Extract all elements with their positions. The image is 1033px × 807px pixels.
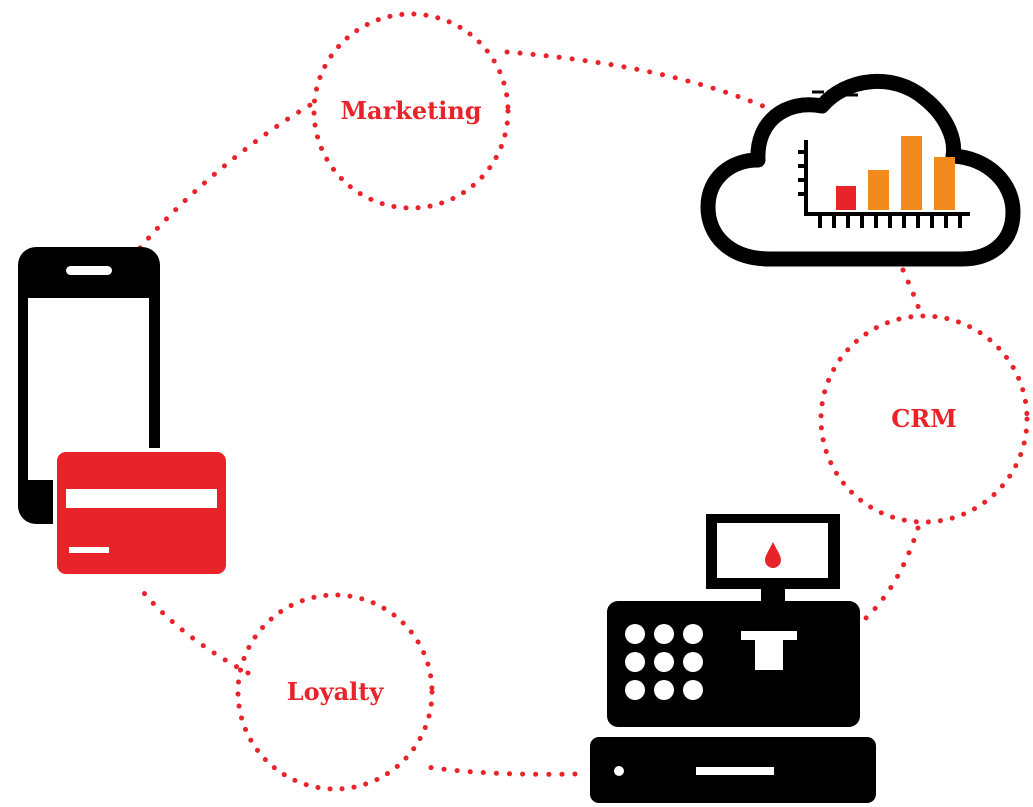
cloud-chart-bar-4 bbox=[934, 157, 955, 210]
register-body bbox=[607, 601, 860, 727]
connector-marketing-cloud bbox=[504, 49, 793, 121]
marketing-label: Marketing bbox=[340, 96, 481, 125]
connector-crm-register bbox=[863, 525, 921, 621]
loyalty-label: Loyalty bbox=[287, 677, 385, 706]
connector-phone-marketing bbox=[137, 101, 315, 251]
connector-cloud-crm bbox=[900, 267, 925, 321]
retail-cycle-diagram: Marketing CRM Loyalty bbox=[18, 11, 1030, 803]
credit-card-icon bbox=[53, 448, 229, 576]
cloud-analytics-icon bbox=[700, 73, 1021, 267]
connector-loyalty-card bbox=[137, 585, 251, 676]
crm-label: CRM bbox=[891, 404, 957, 433]
connector-register-loyalty bbox=[417, 763, 578, 777]
cloud-chart-bar-1 bbox=[836, 186, 856, 210]
keypad-icon bbox=[625, 624, 703, 700]
cloud-chart-bar-3 bbox=[901, 136, 922, 210]
cloud-chart-bar-2 bbox=[868, 170, 889, 210]
cash-register-icon bbox=[590, 514, 876, 803]
